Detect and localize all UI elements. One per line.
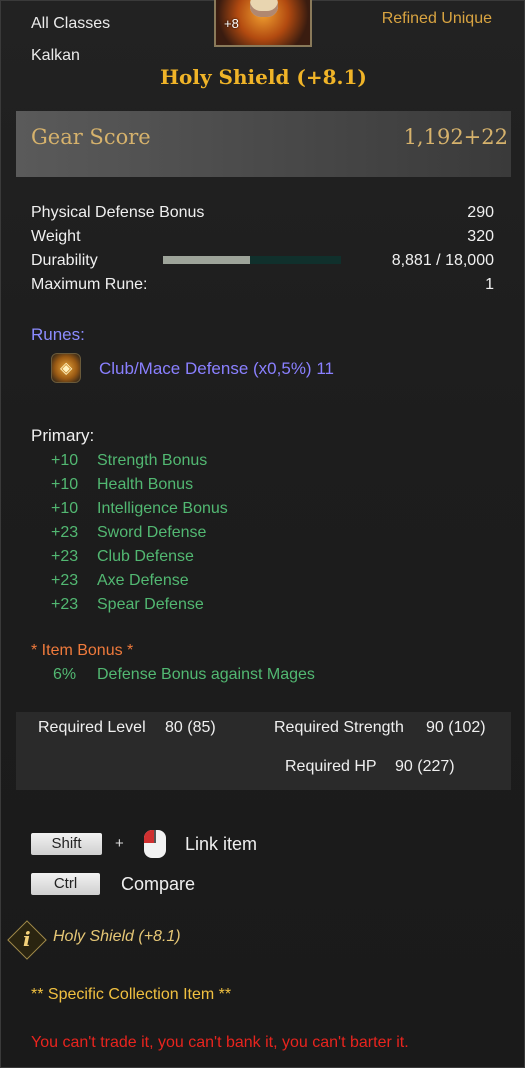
info-letter: i [23, 927, 31, 951]
stat-value: 1 [485, 276, 494, 293]
primary-bonus: +10 Intelligence Bonus [51, 500, 451, 522]
gear-score-value: 1,192+22 [403, 125, 508, 149]
bonus-label: Club Defense [97, 548, 194, 565]
bonus-label: Intelligence Bonus [97, 500, 228, 517]
bonus-value: +10 [51, 500, 79, 517]
bonus-label: Spear Defense [97, 596, 204, 613]
item-bonus-value: 6% [53, 666, 77, 683]
stat-label: Maximum Rune: [31, 276, 148, 293]
item-grade: Refined Unique [381, 10, 492, 27]
bonus-label: Strength Bonus [97, 452, 208, 469]
enhancement-level: +8 [224, 16, 239, 31]
bonus-value: +23 [51, 572, 79, 589]
required-hp-label: Required HP [285, 758, 377, 775]
item-tooltip: All Classes Kalkan Refined Unique +8 Hol… [0, 0, 525, 1068]
item-bonus-text: Defense Bonus against Mages [97, 666, 315, 683]
primary-bonus: +23 Sword Defense [51, 524, 451, 546]
stat-label: Durability [31, 252, 98, 269]
bonus-value: +10 [51, 452, 79, 469]
stat-row: Weight 320 [31, 228, 494, 250]
required-strength-value: 90 (102) [426, 719, 486, 736]
stat-row: Physical Defense Bonus 290 [31, 204, 494, 226]
required-hp-value: 90 (227) [395, 758, 455, 775]
mouse-left-click-icon [144, 830, 166, 858]
info-item-name: Holy Shield (+8.1) [53, 928, 181, 945]
primary-bonus: +23 Spear Defense [51, 596, 451, 618]
runes-label: Runes: [31, 325, 85, 344]
bonus-value: +23 [51, 524, 79, 541]
item-bonus-row: 6% Defense Bonus against Mages [53, 666, 453, 688]
required-level-label: Required Level [38, 719, 146, 736]
compare-label: Compare [121, 874, 196, 894]
bonus-value: +23 [51, 596, 79, 613]
bonus-label: Health Bonus [97, 476, 194, 493]
required-level-value: 80 (85) [165, 719, 216, 736]
stat-label: Physical Defense Bonus [31, 204, 205, 221]
stat-label: Weight [31, 228, 81, 245]
gear-score-label: Gear Score [31, 125, 151, 149]
link-item-label: Link item [185, 834, 258, 854]
item-type: Kalkan [31, 47, 80, 64]
bonus-value: +10 [51, 476, 79, 493]
bonus-label: Sword Defense [97, 524, 207, 541]
rune-flame-icon: ◈ [51, 353, 81, 383]
rune-entry: Club/Mace Defense (x0,5%) 11 [99, 359, 334, 378]
skull-icon [250, 0, 278, 17]
primary-bonus: +23 Club Defense [51, 548, 451, 570]
stat-row: Maximum Rune: 1 [31, 276, 494, 298]
bonus-label: Axe Defense [97, 572, 189, 589]
collection-note: ** Specific Collection Item ** [31, 986, 232, 1003]
durability-fill [163, 256, 251, 264]
stat-value: 320 [467, 228, 494, 245]
primary-bonus: +10 Strength Bonus [51, 452, 451, 474]
shield-item-icon: +8 [214, 0, 312, 47]
primary-label: Primary: [31, 426, 95, 445]
bonus-value: +23 [51, 548, 79, 565]
plus-sign: + [115, 835, 124, 852]
class-restriction: All Classes [31, 15, 111, 32]
durability-bar [163, 256, 341, 264]
ctrl-key: Ctrl [31, 873, 100, 895]
shift-key: Shift [31, 833, 102, 855]
primary-bonus: +23 Axe Defense [51, 572, 451, 594]
primary-bonus: +10 Health Bonus [51, 476, 451, 498]
stat-value: 8,881 / 18,000 [391, 252, 494, 269]
stat-value: 290 [467, 204, 494, 221]
item-bonus-label: * Item Bonus * [31, 642, 134, 659]
trade-warning: You can't trade it, you can't bank it, y… [31, 1034, 409, 1051]
required-strength-label: Required Strength [274, 719, 404, 736]
item-title: Holy Shield (+8.1) [160, 65, 367, 89]
